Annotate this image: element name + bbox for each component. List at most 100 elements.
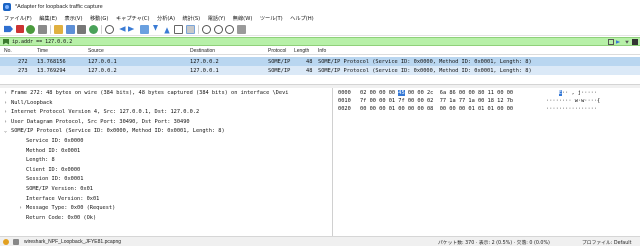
packet-row[interactable]: 273 13.769294 127.0.0.2 127.0.0.1 SOME/I… — [0, 66, 640, 75]
hex-ascii[interactable]: ················ — [546, 106, 597, 112]
zoom-reset-icon[interactable] — [225, 24, 234, 34]
clear-filter-icon[interactable] — [608, 39, 614, 45]
menu-item[interactable]: 無線(W) — [233, 15, 253, 22]
apply-filter-icon[interactable] — [616, 40, 621, 44]
zoom-out-icon[interactable] — [213, 24, 223, 34]
colorize-icon[interactable] — [185, 24, 195, 34]
reload-icon[interactable] — [88, 24, 98, 34]
detail-row[interactable]: Length: 8 — [0, 156, 332, 165]
detail-text: Null/Loopback — [11, 99, 53, 106]
ascii-pre: ········ w·w····{ — [546, 98, 601, 104]
detail-row[interactable]: Interface Version: 0x01 — [0, 195, 332, 204]
stop-capture-icon[interactable] — [15, 25, 24, 33]
menu-item[interactable]: 電話(Y) — [208, 15, 226, 22]
capture-options-icon[interactable] — [37, 24, 47, 34]
detail-row[interactable]: ⌄ SOME/IP Protocol (Service ID: 0x0000, M… — [0, 127, 332, 136]
resize-columns-icon[interactable] — [236, 24, 246, 34]
menu-item[interactable]: 表示(V) — [65, 15, 83, 22]
column-header-no[interactable]: No. — [4, 48, 12, 54]
capture-comment-icon[interactable] — [13, 238, 19, 245]
open-file-icon[interactable] — [54, 24, 63, 34]
detail-row[interactable]: › User Datagram Protocol, Src Port: 30490… — [0, 118, 332, 127]
wireshark-logo-icon — [3, 2, 11, 11]
ascii-pre — [546, 90, 559, 96]
column-header-source[interactable]: Source — [88, 48, 104, 54]
status-bar: wireshark_NPF_Loopback_JFYE81.pcapng パケッ… — [0, 236, 640, 246]
restart-capture-icon[interactable] — [26, 24, 35, 34]
packet-destination: 127.0.0.2 — [190, 58, 219, 65]
display-filter-bar[interactable]: ip.addr == 127.0.0.2 — [0, 37, 640, 46]
menu-item[interactable]: ツール(T) — [260, 15, 283, 22]
add-filter-button-icon[interactable] — [632, 39, 638, 45]
save-file-icon[interactable] — [65, 24, 75, 34]
menu-item[interactable]: ヘルプ(H) — [290, 15, 314, 22]
packet-time: 13.769294 — [37, 67, 66, 74]
menu-item[interactable]: キャプチャ(C) — [116, 15, 150, 22]
collapsed-arrow-icon[interactable]: › — [4, 100, 7, 106]
go-back-icon[interactable] — [119, 26, 126, 32]
bookmark-icon[interactable] — [3, 38, 9, 45]
collapsed-arrow-icon[interactable]: › — [19, 205, 22, 211]
toolbar-separator — [50, 24, 51, 34]
hex-bytes-pre: 7f 00 00 01 7f 00 00 02 77 1a 77 1a 00 1… — [360, 98, 514, 104]
hex-bytes[interactable]: 00 00 00 01 00 00 00 08 00 00 00 01 01 0… — [360, 106, 513, 112]
close-file-icon[interactable] — [77, 24, 86, 34]
detail-row[interactable]: Method ID: 0x0001 — [0, 147, 332, 156]
detail-text: Session ID: 0x0001 — [26, 176, 84, 183]
detail-row[interactable]: › Frame 272: 48 bytes on wire (384 bits),… — [0, 89, 332, 98]
detail-row[interactable]: › Message Type: 0x00 (Request) — [0, 204, 332, 213]
zoom-in-icon[interactable] — [202, 24, 211, 34]
filter-dropdown-icon[interactable] — [625, 40, 629, 44]
ascii-pre: ················ — [546, 106, 598, 112]
hex-offset: 0020 — [338, 106, 351, 112]
detail-row[interactable]: Client ID: 0x0000 — [0, 166, 332, 175]
detail-row[interactable]: › Internet Protocol Version 4, Src: 127.0… — [0, 108, 332, 117]
autoscroll-icon[interactable] — [174, 24, 183, 34]
hex-bytes-pre: 00 00 00 01 00 00 00 08 00 00 00 01 01 0… — [360, 106, 514, 112]
find-packet-icon[interactable] — [105, 24, 114, 34]
detail-text: Message Type: 0x00 (Request) — [26, 205, 116, 212]
column-header-time[interactable]: Time — [37, 48, 48, 54]
packet-protocol: SOME/IP — [268, 67, 291, 74]
collapsed-arrow-icon[interactable]: › — [4, 109, 7, 115]
menu-item[interactable]: 編集(E) — [39, 15, 57, 22]
go-to-packet-icon[interactable] — [139, 24, 149, 34]
last-packet-icon[interactable] — [164, 27, 170, 34]
detail-text: Interface Version: 0x01 — [26, 195, 100, 202]
hex-row[interactable]: 0020 00 00 00 01 00 00 00 08 00 00 00 01 … — [334, 105, 640, 114]
packet-length: 48 — [306, 67, 313, 74]
hex-ascii[interactable]: E·· , j····· — [546, 90, 597, 96]
detail-row[interactable]: Session ID: 0x0001 — [0, 175, 332, 184]
display-filter-input[interactable]: ip.addr == 127.0.0.2 — [12, 39, 72, 45]
detail-row[interactable]: › Null/Loopback — [0, 99, 332, 108]
collapsed-arrow-icon[interactable]: › — [4, 119, 7, 125]
column-header-info[interactable]: Info — [318, 48, 326, 54]
first-packet-icon[interactable] — [152, 24, 159, 31]
detail-row[interactable]: SOME/IP Version: 0x01 — [0, 185, 332, 194]
menu-item[interactable]: ファイル(F) — [4, 15, 32, 22]
hex-bytes[interactable]: 02 00 00 00 45 00 00 2c 6a 86 00 00 80 1… — [360, 90, 513, 96]
column-header-protocol[interactable]: Protocol — [268, 48, 286, 54]
packet-no: 272 — [18, 58, 28, 65]
start-capture-icon[interactable] — [4, 25, 13, 33]
expert-info-icon[interactable] — [3, 238, 9, 245]
column-header-destination[interactable]: Destination — [190, 48, 215, 54]
go-forward-icon[interactable] — [128, 26, 135, 32]
hex-bytes[interactable]: 7f 00 00 01 7f 00 00 02 77 1a 77 1a 00 1… — [360, 98, 513, 104]
column-header-length[interactable]: Length — [294, 48, 309, 54]
window-title: *Adapter for loopback traffic capture — [15, 3, 103, 10]
hex-ascii[interactable]: ········ w·w····{ — [546, 98, 600, 104]
menu-item[interactable]: 統計(S) — [182, 15, 200, 22]
profile-indicator[interactable]: プロファイル: Default — [582, 239, 631, 246]
menu-item[interactable]: 分析(A) — [157, 15, 175, 22]
hex-bytes-pre: 02 00 00 00 — [360, 90, 399, 96]
collapsed-arrow-icon[interactable]: › — [4, 90, 7, 96]
detail-row[interactable]: Service ID: 0x0000 — [0, 137, 332, 146]
packet-no: 273 — [18, 67, 28, 74]
menu-item[interactable]: 移動(G) — [90, 15, 108, 22]
detail-row[interactable]: Return Code: 0x00 (Ok) — [0, 214, 332, 223]
packet-row[interactable]: 272 13.768156 127.0.0.1 127.0.0.2 SOME/I… — [0, 57, 640, 66]
expanded-arrow-icon[interactable]: ⌄ — [4, 128, 7, 134]
hex-bytes-post: 00 00 2c 6a 86 00 00 80 11 00 00 — [404, 90, 514, 96]
detail-text: Internet Protocol Version 4, Src: 127.0.… — [11, 109, 200, 116]
